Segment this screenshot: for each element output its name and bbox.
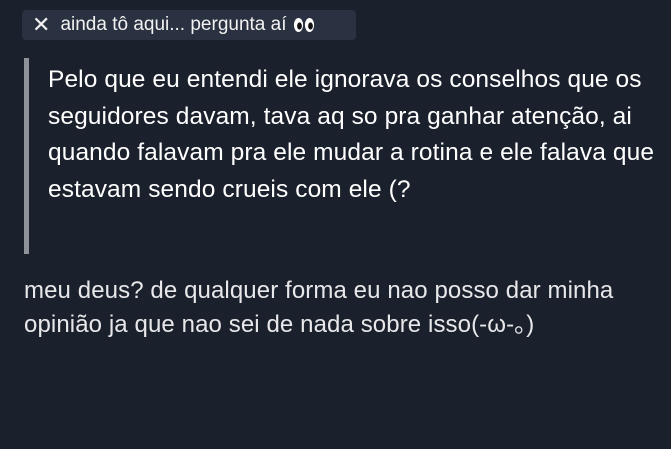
eyes-icon: [293, 17, 315, 33]
close-icon[interactable]: ✕: [32, 14, 50, 36]
quote-bar: [24, 58, 29, 254]
quoted-message: Pelo que eu entendi ele ignorava os cons…: [24, 58, 664, 254]
reply-message-text: meu deus? de qualquer forma eu nao posso…: [24, 277, 614, 338]
quoted-message-text: Pelo que eu entendi ele ignorava os cons…: [48, 66, 655, 203]
question-tag-chip[interactable]: ✕ ainda tô aqui... pergunta aí: [22, 10, 356, 40]
question-tag-label: ainda tô aqui... pergunta aí: [60, 14, 287, 35]
